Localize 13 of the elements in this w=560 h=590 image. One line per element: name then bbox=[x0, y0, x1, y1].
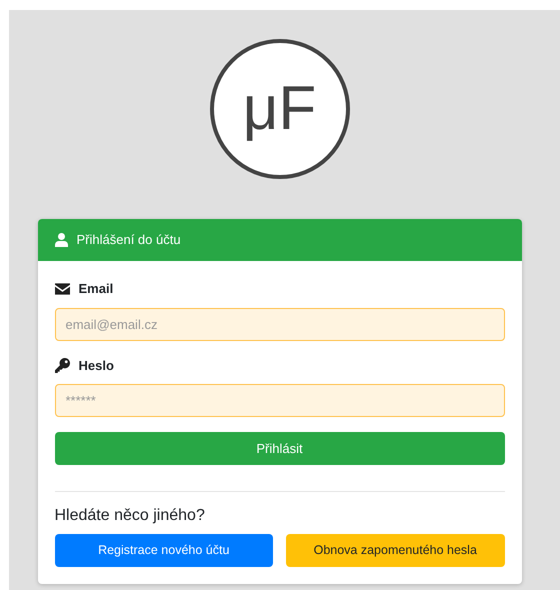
alt-heading: Hledáte něco jiného? bbox=[54, 506, 206, 526]
user-icon bbox=[54, 233, 68, 247]
field-label: Email bbox=[78, 280, 114, 298]
login-button[interactable]: Přihlásit bbox=[54, 432, 504, 465]
action-button[interactable]: Registrace nového účtu bbox=[54, 534, 273, 567]
input-field[interactable]: email@email.cz bbox=[54, 308, 504, 340]
field-label: Heslo bbox=[78, 356, 114, 374]
action-button[interactable]: Obnova zapomenutého hesla bbox=[286, 534, 504, 567]
envelope-icon bbox=[54, 282, 70, 295]
input-field[interactable]: ****** bbox=[54, 384, 504, 417]
logo: μF bbox=[210, 39, 350, 179]
key-icon bbox=[54, 358, 70, 373]
card-title: Přihlášení do účtu bbox=[76, 231, 181, 250]
